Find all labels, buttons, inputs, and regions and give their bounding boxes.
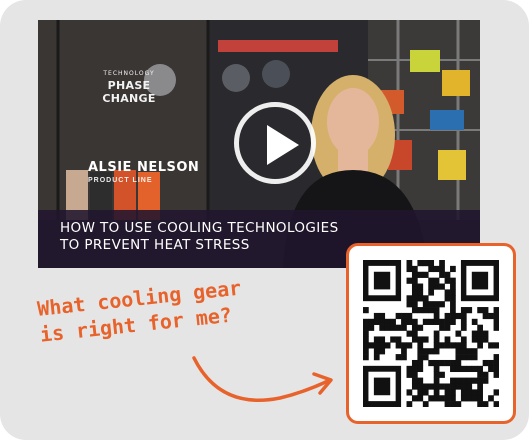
presenter-name: ALSIE NELSON bbox=[88, 160, 200, 175]
play-button[interactable] bbox=[234, 102, 316, 184]
promo-card: TECHNOLOGY PHASE CHANGE ALSIE NELSON PRO… bbox=[0, 0, 529, 440]
presenter-role: PRODUCT LINE bbox=[88, 177, 153, 184]
curved-arrow-icon bbox=[192, 356, 333, 402]
video-title: HOW TO USE COOLING TECHNOLOGIES TO PREVE… bbox=[60, 220, 339, 254]
sign-big-text: PHASE CHANGE bbox=[102, 79, 156, 105]
play-icon bbox=[267, 125, 299, 165]
qr-code-icon bbox=[363, 260, 499, 407]
phase-change-sign: TECHNOLOGY PHASE CHANGE bbox=[94, 70, 164, 110]
video-title-line-2: TO PREVENT HEAT STRESS bbox=[60, 237, 250, 253]
video-player[interactable]: TECHNOLOGY PHASE CHANGE ALSIE NELSON PRO… bbox=[38, 20, 480, 268]
sign-small-text: TECHNOLOGY bbox=[103, 70, 155, 77]
presenter-lower-third: ALSIE NELSON PRODUCT LINE bbox=[88, 160, 199, 184]
video-title-line-1: HOW TO USE COOLING TECHNOLOGIES bbox=[60, 220, 339, 236]
qr-code-box[interactable] bbox=[346, 243, 516, 424]
callout-text: What cooling gear is right for me? bbox=[36, 275, 245, 348]
